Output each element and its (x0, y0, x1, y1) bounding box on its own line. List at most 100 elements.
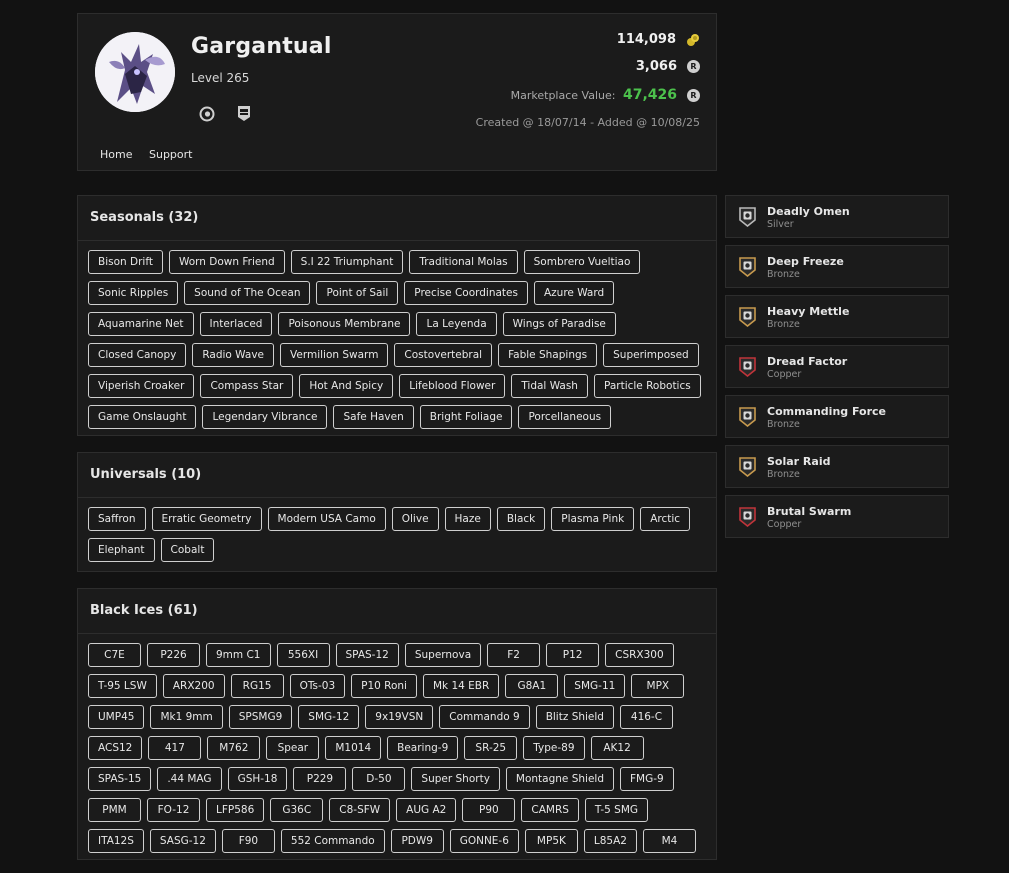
skin-chip[interactable]: C8-SFW (329, 798, 391, 822)
skin-chip[interactable]: CAMRS (521, 798, 579, 822)
skin-chip[interactable]: SMG-11 (564, 674, 626, 698)
skin-chip[interactable]: Bright Foliage (419, 405, 513, 429)
skin-chip[interactable]: P229 (293, 767, 347, 791)
skin-chip[interactable]: ITA12S (88, 829, 144, 853)
skin-chip[interactable]: Wings of Paradise (502, 312, 616, 336)
skin-chip[interactable]: Haze (444, 507, 491, 531)
skin-chip[interactable]: FMG-9 (620, 767, 674, 791)
skin-chip[interactable]: T-95 LSW (88, 674, 157, 698)
skin-chip[interactable]: Tidal Wash (511, 374, 588, 398)
skin-chip[interactable]: C7E (88, 643, 141, 667)
skin-chip[interactable]: Saffron (88, 507, 146, 531)
skin-chip[interactable]: 9x19VSN (365, 705, 434, 729)
skin-chip[interactable]: Game Onslaught (88, 405, 197, 429)
skin-chip[interactable]: PDW9 (390, 829, 444, 853)
skin-chip[interactable]: AUG A2 (396, 798, 457, 822)
skin-chip[interactable]: F90 (221, 829, 275, 853)
skin-chip[interactable]: Bearing-9 (387, 736, 459, 760)
skin-chip[interactable]: Azure Ward (533, 281, 615, 305)
skin-chip[interactable]: P12 (546, 643, 600, 667)
skin-chip[interactable]: FO-12 (147, 798, 200, 822)
skin-chip[interactable]: La Leyenda (416, 312, 497, 336)
charm-card[interactable]: Brutal Swarm Copper (725, 495, 949, 538)
skin-chip[interactable]: PMM (88, 798, 141, 822)
skin-chip[interactable]: Point of Sail (316, 281, 399, 305)
skin-chip[interactable]: SPAS-12 (335, 643, 399, 667)
skin-chip[interactable]: AK12 (590, 736, 644, 760)
skin-chip[interactable]: Black (496, 507, 546, 531)
skin-chip[interactable]: 552 Commando (280, 829, 385, 853)
skin-chip[interactable]: M4 (642, 829, 696, 853)
skin-chip[interactable]: OTs-03 (289, 674, 346, 698)
skin-chip[interactable]: Super Shorty (411, 767, 500, 791)
ubisoft-icon[interactable] (199, 106, 215, 122)
skin-chip[interactable]: Erratic Geometry (151, 507, 262, 531)
skin-chip[interactable]: Bison Drift (88, 250, 163, 274)
skin-chip[interactable]: G36C (270, 798, 324, 822)
skin-chip[interactable]: Fable Shapings (498, 343, 598, 367)
skin-chip[interactable]: Sombrero Vueltiao (523, 250, 641, 274)
skin-chip[interactable]: SASG-12 (149, 829, 216, 853)
skin-chip[interactable]: Lifeblood Flower (399, 374, 506, 398)
skin-chip[interactable]: Hot And Spicy (299, 374, 394, 398)
skin-chip[interactable]: MP5K (524, 829, 578, 853)
skin-chip[interactable]: Particle Robotics (593, 374, 701, 398)
skin-chip[interactable]: Safe Haven (333, 405, 414, 429)
skin-chip[interactable]: ACS12 (88, 736, 143, 760)
skin-chip[interactable]: MPX (631, 674, 685, 698)
charm-card[interactable]: Dread Factor Copper (725, 345, 949, 388)
skin-chip[interactable]: SPSMG9 (228, 705, 293, 729)
skin-chip[interactable]: D-50 (352, 767, 406, 791)
skin-chip[interactable]: .44 MAG (157, 767, 222, 791)
skin-chip[interactable]: Mk1 9mm (150, 705, 223, 729)
skin-chip[interactable]: Viperish Croaker (88, 374, 195, 398)
skin-chip[interactable]: Legendary Vibrance (202, 405, 328, 429)
skin-chip[interactable]: M762 (207, 736, 261, 760)
skin-chip[interactable]: CSRX300 (605, 643, 674, 667)
skin-chip[interactable]: Precise Coordinates (404, 281, 528, 305)
nav-support-link[interactable]: Support (149, 148, 192, 161)
epic-games-icon[interactable] (236, 105, 252, 122)
skin-chip[interactable]: Olive (391, 507, 439, 531)
skin-chip[interactable]: SR-25 (464, 736, 518, 760)
skin-chip[interactable]: Elephant (88, 538, 155, 562)
skin-chip[interactable]: Interlaced (199, 312, 273, 336)
nav-home-link[interactable]: Home (100, 148, 132, 161)
skin-chip[interactable]: Spear (266, 736, 320, 760)
charm-card[interactable]: Deadly Omen Silver (725, 195, 949, 238)
charm-card[interactable]: Solar Raid Bronze (725, 445, 949, 488)
skin-chip[interactable]: Montagne Shield (505, 767, 615, 791)
skin-chip[interactable]: GSH-18 (227, 767, 288, 791)
skin-chip[interactable]: Sonic Ripples (88, 281, 179, 305)
skin-chip[interactable]: UMP45 (88, 705, 145, 729)
skin-chip[interactable]: Traditional Molas (409, 250, 518, 274)
skin-chip[interactable]: T-5 SMG (584, 798, 649, 822)
skin-chip[interactable]: G8A1 (505, 674, 559, 698)
skin-chip[interactable]: Cobalt (160, 538, 215, 562)
skin-chip[interactable]: SMG-12 (298, 705, 360, 729)
skin-chip[interactable]: Radio Wave (192, 343, 275, 367)
skin-chip[interactable]: Closed Canopy (88, 343, 187, 367)
skin-chip[interactable]: Worn Down Friend (168, 250, 285, 274)
skin-chip[interactable]: Type-89 (523, 736, 585, 760)
skin-chip[interactable]: SPAS-15 (88, 767, 152, 791)
skin-chip[interactable]: Vermilion Swarm (280, 343, 389, 367)
skin-chip[interactable]: Sound of The Ocean (184, 281, 311, 305)
skin-chip[interactable]: 416-C (619, 705, 673, 729)
skin-chip[interactable]: Porcellaneous (518, 405, 612, 429)
skin-chip[interactable]: F2 (487, 643, 541, 667)
skin-chip[interactable]: Mk 14 EBR (422, 674, 500, 698)
skin-chip[interactable]: P226 (147, 643, 200, 667)
skin-chip[interactable]: Superimposed (603, 343, 699, 367)
skin-chip[interactable]: S.I 22 Triumphant (290, 250, 404, 274)
charm-card[interactable]: Deep Freeze Bronze (725, 245, 949, 288)
skin-chip[interactable]: 9mm C1 (206, 643, 271, 667)
skin-chip[interactable]: Supernova (404, 643, 482, 667)
skin-chip[interactable]: Costovertebral (394, 343, 493, 367)
skin-chip[interactable]: 556XI (276, 643, 330, 667)
skin-chip[interactable]: M1014 (325, 736, 382, 760)
charm-card[interactable]: Commanding Force Bronze (725, 395, 949, 438)
charm-card[interactable]: Heavy Mettle Bronze (725, 295, 949, 338)
skin-chip[interactable]: Compass Star (200, 374, 294, 398)
skin-chip[interactable]: Aquamarine Net (88, 312, 194, 336)
